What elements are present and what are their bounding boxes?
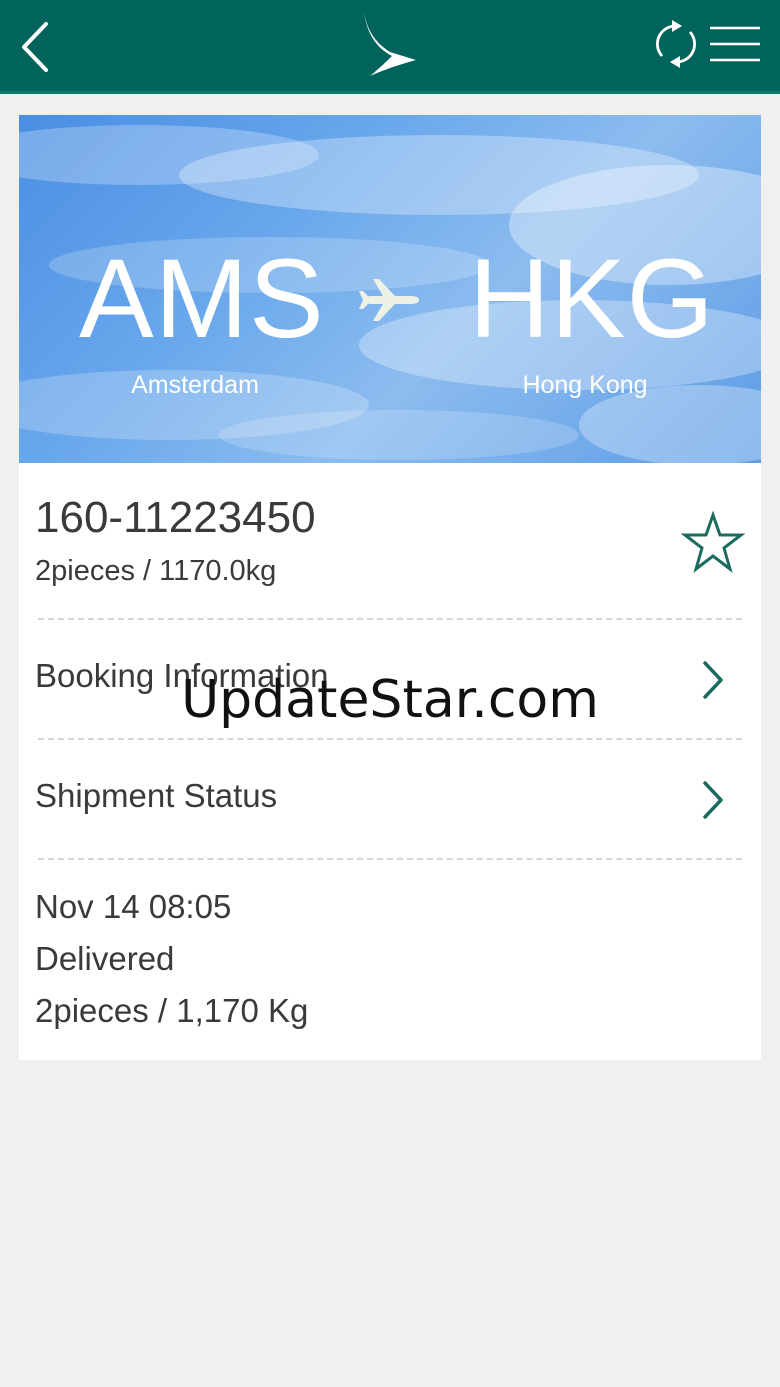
favorite-button[interactable]: [680, 510, 746, 573]
awb-number: 160-11223450: [35, 493, 316, 542]
app-header: [0, 0, 780, 94]
refresh-icon: [656, 20, 696, 68]
route-banner: AMS HKG Amsterdam Hong Kong: [19, 115, 761, 463]
destination-code: HKG: [469, 236, 715, 361]
star-outline-icon: [680, 510, 746, 573]
airline-logo: [356, 8, 422, 78]
status-datetime: Nov 14 08:05: [35, 888, 232, 925]
pieces-weight: 2pieces / 1170.0kg: [35, 555, 277, 587]
hamburger-menu-icon: [710, 26, 760, 62]
airplane-icon: [359, 275, 421, 325]
origin-code: AMS: [79, 236, 325, 361]
shipment-status-row[interactable]: Shipment Status: [19, 740, 761, 858]
divider: [38, 858, 742, 860]
destination-city: Hong Kong: [522, 371, 648, 399]
shipment-card: AMS HKG Amsterdam Hong Kong 160-11223450…: [19, 115, 761, 1060]
refresh-button[interactable]: [652, 18, 700, 70]
status-text: Delivered: [35, 940, 175, 977]
watermark-text: UpdateStar.com: [181, 670, 599, 730]
origin-city: Amsterdam: [131, 371, 259, 399]
back-button[interactable]: [14, 18, 58, 76]
chevron-right-icon: [699, 780, 727, 820]
chevron-left-icon: [22, 22, 48, 72]
shipment-status-label: Shipment Status: [35, 777, 278, 814]
menu-button[interactable]: [708, 22, 762, 66]
status-pieces-weight: 2pieces / 1,170 Kg: [35, 992, 309, 1029]
